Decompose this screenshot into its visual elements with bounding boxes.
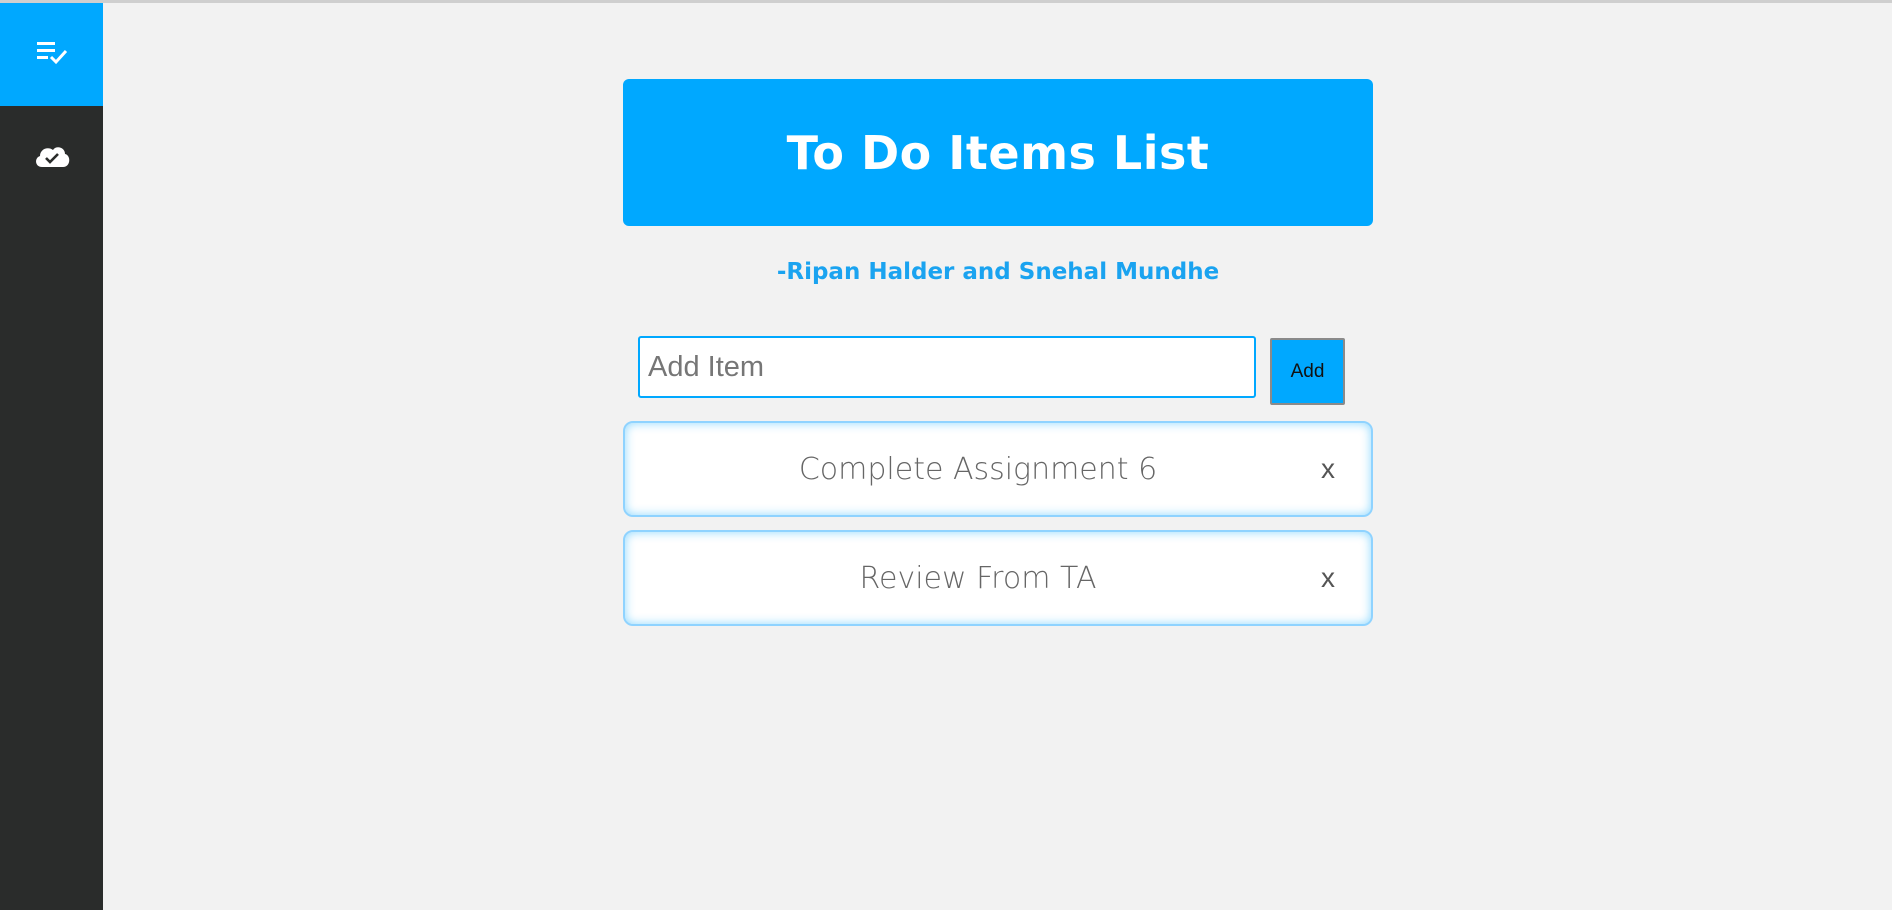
todo-item-text: Review From TA	[859, 560, 1097, 596]
sidebar	[0, 3, 103, 910]
main-content: To Do Items List -Ripan Halder and Sneha…	[103, 3, 1892, 910]
todo-item: Complete Assignment 6 x	[623, 421, 1373, 517]
title-banner: To Do Items List	[623, 79, 1373, 226]
playlist-check-icon	[35, 38, 69, 72]
authors-credit: -Ripan Halder and Snehal Mundhe	[776, 259, 1220, 285]
sidebar-item-todo-list[interactable]	[0, 3, 103, 106]
sidebar-item-cloud[interactable]	[0, 106, 103, 209]
add-item-input[interactable]	[638, 336, 1256, 398]
page-title: To Do Items List	[786, 125, 1210, 180]
todo-item-text: Complete Assignment 6	[798, 451, 1158, 487]
delete-item-button[interactable]: x	[1321, 532, 1335, 624]
add-button[interactable]: Add	[1270, 338, 1345, 405]
todo-item: Review From TA x	[623, 530, 1373, 626]
cloud-check-icon	[32, 141, 72, 175]
delete-item-button[interactable]: x	[1321, 423, 1335, 515]
